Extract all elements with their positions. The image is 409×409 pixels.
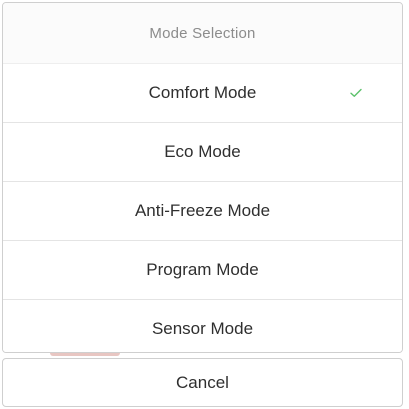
mode-selection-sheet: Mode Selection Comfort Mode Eco Mode Ant… — [2, 2, 403, 353]
sheet-title: Mode Selection — [149, 24, 256, 42]
option-label: Anti-Freeze Mode — [134, 201, 271, 220]
cancel-label: Cancel — [176, 372, 229, 392]
cancel-button[interactable]: Cancel — [2, 358, 403, 407]
option-label: Comfort Mode — [148, 83, 257, 102]
sheet-header: Mode Selection — [3, 3, 402, 64]
option-sensor-mode[interactable]: Sensor Mode — [3, 300, 402, 352]
option-label: Eco Mode — [164, 142, 241, 161]
option-eco-mode[interactable]: Eco Mode — [3, 123, 402, 182]
option-anti-freeze-mode[interactable]: Anti-Freeze Mode — [3, 182, 402, 241]
option-label: Sensor Mode — [151, 319, 254, 338]
option-program-mode[interactable]: Program Mode — [3, 241, 402, 300]
option-comfort-mode[interactable]: Comfort Mode — [3, 64, 402, 123]
option-label: Program Mode — [146, 260, 259, 279]
checkmark-icon — [348, 85, 364, 101]
